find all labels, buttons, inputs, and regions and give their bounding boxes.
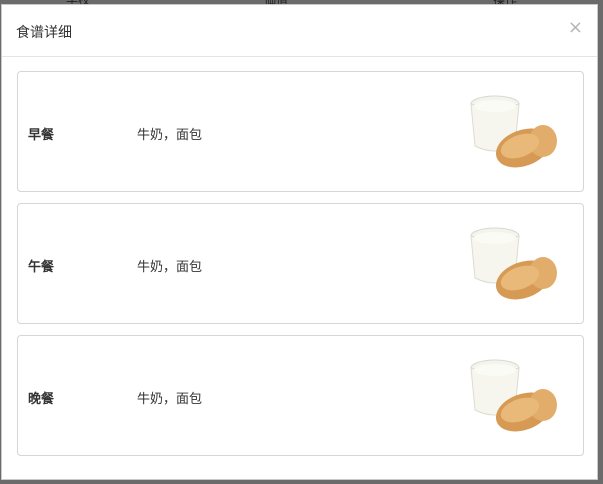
meal-name: 午餐 xyxy=(28,260,55,275)
milk-and-bread-image xyxy=(470,95,557,168)
recipe-detail-modal: 食谱详细 × 早餐 牛奶，面包 午餐 牛奶，面包 晚餐 牛奶，面包 xyxy=(1,4,598,480)
meal-card-dinner: 晚餐 牛奶，面包 xyxy=(17,335,584,456)
meal-food: 牛奶，面包 xyxy=(137,260,203,275)
milk-and-bread-image xyxy=(470,359,557,432)
meal-card-lunch: 午餐 牛奶，面包 xyxy=(17,203,584,324)
meal-food: 牛奶，面包 xyxy=(137,128,203,143)
close-icon[interactable]: × xyxy=(568,19,583,37)
meal-food: 牛奶，面包 xyxy=(137,392,203,407)
meal-name: 晚餐 xyxy=(28,392,55,407)
modal-header: 食谱详细 × xyxy=(2,5,597,57)
meal-card-breakfast: 早餐 牛奶，面包 xyxy=(17,71,584,192)
meal-name: 早餐 xyxy=(28,128,55,143)
milk-and-bread-image xyxy=(470,227,557,300)
modal-title: 食谱详细 xyxy=(16,25,72,41)
